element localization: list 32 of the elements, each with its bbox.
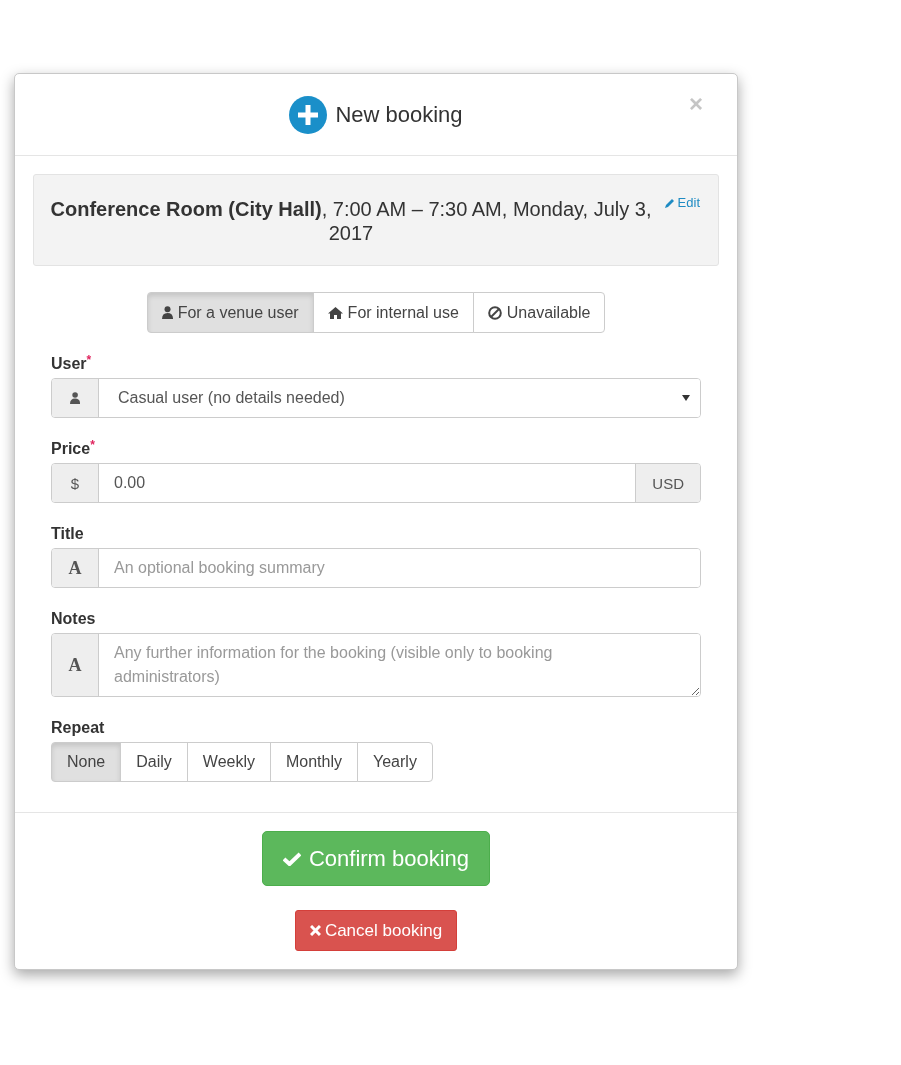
field-label: Price: [51, 440, 91, 458]
home-icon: [327, 306, 343, 319]
x-icon: [309, 925, 321, 936]
user-icon: [161, 306, 173, 319]
input-field[interactable]: A An optional booking summary: [51, 548, 701, 588]
field-label: Repeat: [51, 719, 105, 737]
plus-circle-icon: [289, 95, 328, 134]
required-mark: *: [90, 440, 95, 452]
input-addon: $: [52, 464, 99, 502]
repeat-option[interactable]: Monthly: [270, 742, 358, 782]
field-label: User: [51, 355, 87, 373]
repeat-option[interactable]: Yearly: [357, 742, 433, 782]
input-addon: A: [52, 549, 99, 587]
dialog-title: New booking: [335, 101, 463, 128]
check-icon: [282, 851, 301, 866]
pencil-icon: [664, 198, 675, 208]
notes-field[interactable]: A Any further information for the booking (visible only to booking administrators): [51, 633, 701, 697]
repeat-option[interactable]: Weekly: [186, 742, 271, 782]
booking-type-tab[interactable]: Unavailable: [472, 292, 606, 333]
field-label: Title: [51, 525, 84, 543]
currency-addon: USD: [635, 464, 700, 502]
summary-text: Conference Room (City Hall), 7:00 AM – 7:30 AM, Monday, July 3, 2017: [50, 198, 652, 244]
booking-type-tab[interactable]: For a venue user: [146, 292, 314, 333]
repeat-option[interactable]: Daily: [120, 742, 188, 782]
input-field[interactable]: $ 0.00 USD: [51, 463, 701, 503]
required-mark: *: [86, 355, 92, 367]
booking-type-tab[interactable]: For internal use: [312, 292, 474, 333]
ban-icon: [487, 305, 502, 320]
cancel-button[interactable]: Cancel booking: [294, 910, 458, 951]
repeat-option[interactable]: None: [51, 742, 122, 782]
field-label: Notes: [51, 610, 96, 628]
input-addon: A: [52, 634, 99, 696]
